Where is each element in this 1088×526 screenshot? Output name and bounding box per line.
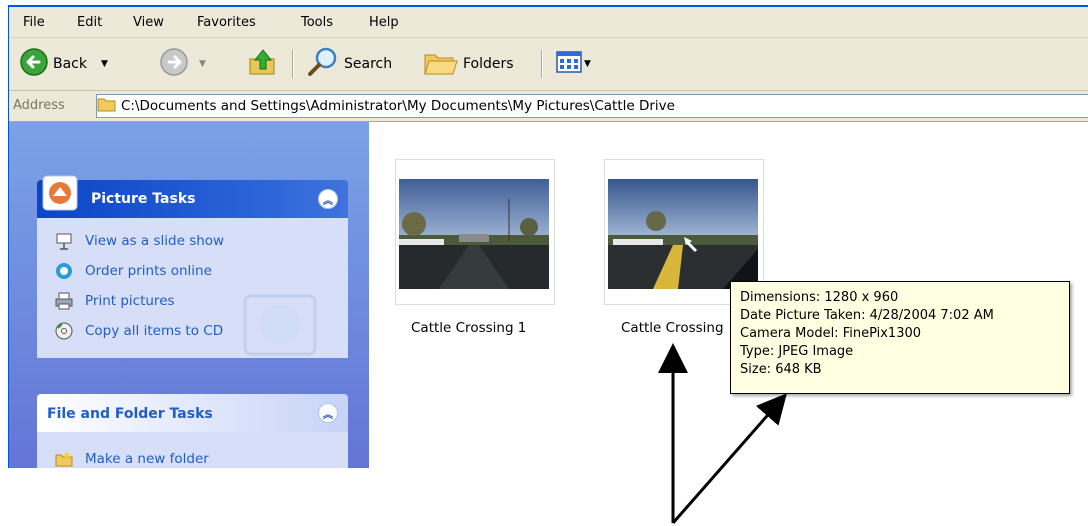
arrow-to-tooltip [671,393,787,524]
annotation-arrows [658,343,787,524]
